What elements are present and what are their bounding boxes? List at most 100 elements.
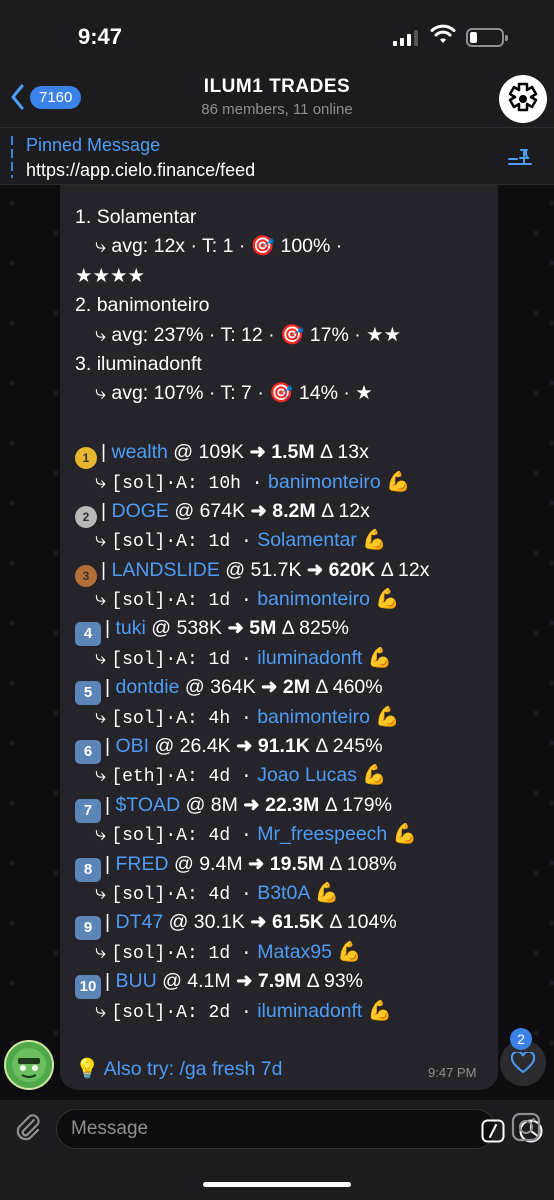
caller-link[interactable]: Mr_freespeech bbox=[257, 823, 387, 845]
flexed-bicep-icon: 💪 bbox=[332, 940, 362, 963]
caller-link[interactable]: iluminadonft bbox=[257, 647, 362, 669]
trader-name: 3. iluminadonft bbox=[75, 352, 202, 375]
token-peak: 8.2M bbox=[272, 499, 316, 522]
token-row: 5 | dontdie @ 364K ➜ 2M Δ 460% bbox=[75, 673, 495, 706]
caller-link[interactable]: Joao Lucas bbox=[257, 764, 357, 786]
token-link[interactable]: DOGE bbox=[111, 500, 168, 522]
arrow-right-icon: ➜ bbox=[245, 499, 273, 522]
token-chain: [sol]·A: 1d · bbox=[111, 591, 252, 612]
home-indicator bbox=[203, 1182, 351, 1187]
number-keycap-icon: 5 bbox=[75, 681, 101, 706]
message-field[interactable] bbox=[56, 1109, 543, 1149]
flexed-bicep-icon: 💪 bbox=[369, 588, 400, 611]
token-entry: @ 9.4M bbox=[174, 852, 243, 875]
arrow-right-icon: ➜ bbox=[230, 735, 258, 758]
flexed-bicep-icon: 💪 bbox=[380, 470, 411, 493]
caller-link[interactable]: banimonteiro bbox=[257, 588, 370, 610]
token-entry: @ 364K bbox=[184, 676, 256, 699]
token-detail: ⤷ [sol]·A: 1d · banimonteiro 💪 bbox=[95, 588, 400, 612]
trader-stats: ⤷ avg: 12x · T: 1 · 🎯 100% · bbox=[95, 235, 343, 258]
arrow-right-icon: ➜ bbox=[255, 676, 283, 699]
token-row: 1 | wealth @ 109K ➜ 1.5M Δ 13x bbox=[75, 438, 495, 470]
token-peak: 7.9M bbox=[257, 970, 302, 993]
camera-icon[interactable] bbox=[511, 1112, 541, 1142]
trader-name: 2. banimonteiro bbox=[75, 294, 210, 317]
flexed-bicep-icon: 💪 bbox=[309, 881, 339, 904]
token-delta: Δ 12x bbox=[380, 558, 430, 581]
caller-link[interactable]: Solamentar bbox=[257, 529, 357, 551]
token-chain: [sol]·A: 4d · bbox=[111, 884, 252, 905]
flexed-bicep-icon: 💪 bbox=[369, 705, 400, 728]
token-chain: [sol]·A: 10h · bbox=[111, 473, 263, 494]
number-keycap-icon: 7 bbox=[75, 798, 101, 823]
token-link[interactable]: LANDSLIDE bbox=[111, 559, 219, 581]
token-row: 7 | $TOAD @ 8M ➜ 22.3M Δ 179% bbox=[75, 791, 495, 823]
number-keycap-icon: 9 bbox=[75, 916, 101, 941]
token-detail: ⤷ [sol]·A: 4h · banimonteiro 💪 bbox=[95, 705, 400, 729]
trader-stats: ⤷ avg: 237% · T: 12 · 🎯 17% · ★★ bbox=[95, 323, 402, 346]
bot-avatar[interactable] bbox=[4, 1040, 54, 1090]
token-link[interactable]: BUU bbox=[115, 970, 156, 992]
message-input[interactable] bbox=[71, 1117, 401, 1141]
pinned-message-bar[interactable]: Pinned Message https://app.cielo.finance… bbox=[0, 127, 554, 185]
pinned-indicator bbox=[11, 136, 13, 178]
token-peak: 91.1K bbox=[257, 735, 310, 758]
number-keycap-icon: 6 bbox=[75, 740, 101, 765]
reactions-count: 2 bbox=[510, 1028, 532, 1050]
pinned-text: https://app.cielo.finance/feed bbox=[26, 160, 256, 180]
caller-link[interactable]: B3t0A bbox=[257, 882, 309, 904]
token-delta: Δ 12x bbox=[321, 499, 370, 522]
number-keycap-icon: 4 bbox=[75, 622, 101, 647]
medal-icon: 3 bbox=[75, 564, 97, 587]
flexed-bicep-icon: 💪 bbox=[362, 999, 393, 1022]
bot-face-icon bbox=[12, 1048, 46, 1082]
token-link[interactable]: OBI bbox=[115, 735, 149, 757]
caller-link[interactable]: banimonteiro bbox=[268, 471, 381, 493]
token-chain: [sol]·A: 1d · bbox=[111, 649, 252, 670]
caller-link[interactable]: Matax95 bbox=[257, 941, 332, 963]
group-avatar[interactable] bbox=[499, 75, 547, 123]
attach-icon[interactable] bbox=[14, 1112, 42, 1144]
token-peak: 19.5M bbox=[269, 852, 324, 875]
flexed-bicep-icon: 💪 bbox=[362, 646, 393, 669]
arrow-right-icon: ➜ bbox=[244, 911, 272, 934]
token-link[interactable]: dontdie bbox=[115, 676, 179, 698]
pin-list-icon[interactable] bbox=[507, 146, 533, 168]
token-link[interactable]: DT47 bbox=[115, 911, 163, 933]
bot-command-icon[interactable] bbox=[481, 1119, 505, 1143]
token-delta: Δ 825% bbox=[281, 617, 349, 640]
caller-link[interactable]: iluminadonft bbox=[257, 1000, 362, 1022]
token-delta: Δ 93% bbox=[306, 970, 364, 993]
token-chain: [eth]·A: 4d · bbox=[111, 767, 252, 788]
token-peak: 1.5M bbox=[271, 441, 315, 464]
token-entry: @ 26.4K bbox=[154, 735, 231, 758]
token-chain: [sol]·A: 4d · bbox=[111, 826, 252, 847]
logo-icon bbox=[508, 82, 538, 112]
token-peak: 5M bbox=[249, 617, 277, 640]
arrow-right-icon: ➜ bbox=[244, 441, 272, 464]
token-delta: Δ 245% bbox=[315, 735, 383, 758]
token-link[interactable]: FRED bbox=[115, 853, 168, 875]
token-peak: 620K bbox=[328, 558, 376, 581]
reactions-button[interactable]: 2 bbox=[500, 1028, 546, 1086]
trader-stats: ⤷ avg: 107% · T: 7 · 🎯 14% · ★ bbox=[95, 382, 373, 405]
caller-link[interactable]: banimonteiro bbox=[257, 706, 370, 728]
arrow-right-icon: ➜ bbox=[222, 617, 250, 640]
also-try-command[interactable]: Also try: /ga fresh 7d bbox=[104, 1058, 283, 1080]
token-entry: @ 51.7K bbox=[225, 558, 302, 581]
token-delta: Δ 460% bbox=[315, 676, 383, 699]
token-list: 1 | wealth @ 109K ➜ 1.5M Δ 13x ⤷ [sol]·A: … bbox=[75, 438, 495, 1026]
chat-title[interactable]: ILUM1 TRADES bbox=[0, 76, 554, 98]
token-link[interactable]: $TOAD bbox=[115, 794, 180, 816]
token-link[interactable]: tuki bbox=[115, 617, 145, 639]
token-entry: @ 30.1K bbox=[168, 911, 245, 934]
token-delta: Δ 179% bbox=[324, 793, 392, 816]
token-link[interactable]: wealth bbox=[111, 441, 167, 463]
token-entry: @ 538K bbox=[151, 617, 223, 640]
arrow-right-icon: ➜ bbox=[301, 558, 329, 581]
token-row: 3 | LANDSLIDE @ 51.7K ➜ 620K Δ 12x bbox=[75, 556, 495, 587]
arrow-right-icon: ➜ bbox=[230, 970, 258, 993]
chat-header: 7160 ILUM1 TRADES 86 members, 11 online bbox=[0, 70, 554, 127]
token-entry: @ 4.1M bbox=[162, 970, 231, 993]
